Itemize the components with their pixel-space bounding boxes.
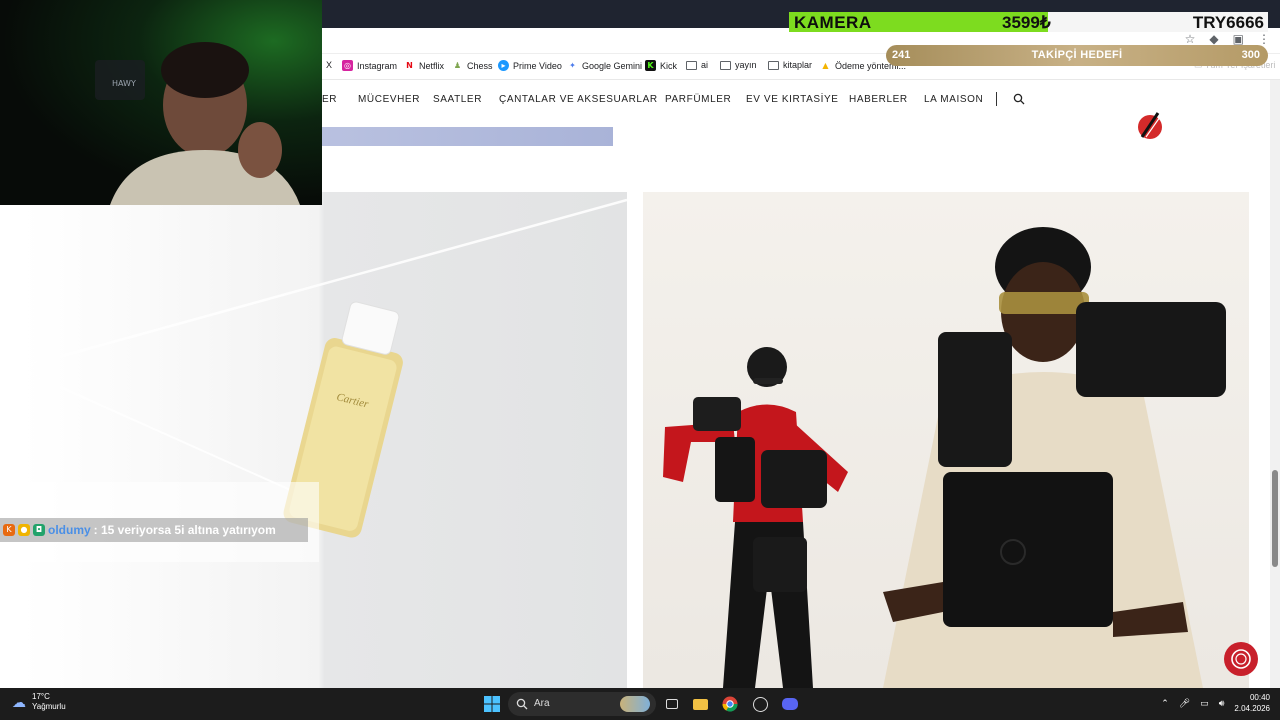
nav-divider	[996, 92, 997, 106]
follower-goal-title: TAKİPÇİ HEDEFİ	[1031, 49, 1123, 61]
svg-text:HAWY: HAWY	[112, 79, 136, 88]
discord-icon	[782, 698, 798, 710]
search-highlight-icon	[620, 696, 650, 712]
bookmark-x[interactable]: X	[326, 60, 332, 70]
gemini-icon: ✦	[567, 60, 578, 71]
weather-temp: 17°C	[32, 692, 50, 701]
folder-icon	[692, 698, 708, 710]
menu-dots-icon[interactable]: ⋮	[1258, 32, 1270, 46]
folder-icon	[686, 60, 697, 70]
page-scrollbar-track[interactable]	[1270, 80, 1280, 688]
bookmark-star-icon[interactable]: ☆	[1185, 32, 1196, 46]
screen: ☆ ◆ ▣ ⋮ X ◎ Instagram N Netflix ♟ Chess …	[0, 0, 1280, 720]
chrome-icon	[722, 696, 738, 712]
prime-video-icon: ▸	[498, 60, 509, 71]
kamera-title: KAMERA	[794, 13, 872, 32]
follower-goal-target: 300	[1241, 49, 1260, 61]
windows-logo-icon	[484, 696, 500, 712]
nav-item-ev-kirtasiye[interactable]: EV VE KIRTASİYE	[746, 94, 839, 105]
bags-campaign-image[interactable]	[643, 192, 1249, 688]
chat-overlay-message: K ● ◘ oldumy : 15 veriyorsa 5i altına ya…	[0, 518, 308, 542]
kamera-amount: 3599₺	[1002, 13, 1051, 32]
volume-icon[interactable]: 🔊︎	[1219, 698, 1225, 709]
promo-banner[interactable]	[322, 127, 613, 146]
microphone-icon[interactable]: 🎤︎	[1179, 698, 1190, 709]
windows-taskbar: ☁ 17°C Yağmurlu Ara ⌃ 🎤︎ ▭ 🔊︎ 00:40 2.04…	[0, 688, 1280, 720]
nav-item-cantalar[interactable]: ÇANTALAR VE AKSESUARLAR	[499, 94, 658, 105]
bookmark-chess[interactable]: ♟ Chess	[452, 60, 493, 71]
taskbar-clock[interactable]: 00:40 2.04.2026	[1234, 692, 1270, 714]
clock-date: 2.04.2026	[1234, 704, 1270, 713]
brand-logo-icon[interactable]	[1136, 111, 1164, 141]
bookmark-netflix[interactable]: N Netflix	[404, 60, 444, 71]
search-icon	[516, 698, 528, 710]
tray-chevron-icon[interactable]: ⌃	[1161, 698, 1169, 709]
weather-rain-icon: ☁	[12, 693, 26, 710]
netflix-icon: N	[404, 60, 415, 71]
page-scrollbar-thumb[interactable]	[1272, 470, 1278, 567]
extension-icon[interactable]: ◆	[1209, 32, 1218, 46]
bags-illustration	[663, 227, 1226, 688]
weather-condition: Yağmurlu	[32, 702, 66, 711]
bookmark-kick[interactable]: K Kick	[645, 60, 677, 71]
bookmark-prime-video[interactable]: ▸ Prime Video	[498, 60, 562, 71]
chrome-button[interactable]	[720, 694, 740, 714]
google-ads-icon: ▲	[820, 60, 831, 71]
instagram-icon: ◎	[342, 60, 353, 71]
search-icon[interactable]	[1013, 93, 1025, 105]
bot-badge-icon: ◘	[33, 524, 45, 536]
taskbar-search[interactable]: Ara	[508, 692, 656, 716]
folder-icon	[768, 60, 779, 70]
follower-goal-bar: 241 TAKİPÇİ HEDEFİ 300	[886, 45, 1268, 66]
folder-icon	[720, 60, 731, 70]
nav-item-la-maison[interactable]: LA MAISON	[924, 94, 983, 105]
perfume-illustration: Cartier	[22, 198, 627, 562]
bookmark-gemini[interactable]: ✦ Google Gemini	[567, 60, 642, 71]
bookmark-instagram[interactable]: ◎ Instagram	[342, 60, 397, 71]
system-tray: ⌃ 🎤︎ ▭ 🔊︎ 00:40 2.04.2026	[1161, 692, 1270, 714]
nav-item-partial[interactable]: ER	[322, 94, 337, 105]
kamera-donation-goal: KAMERA 3599₺ TRY6666	[789, 12, 1268, 32]
chat-button[interactable]	[1224, 642, 1258, 676]
nav-item-saatler[interactable]: SAATLER	[433, 94, 482, 105]
network-icon[interactable]: ▭	[1200, 698, 1209, 709]
discord-button[interactable]	[780, 694, 800, 714]
obs-icon	[752, 696, 768, 712]
perfume-product-image[interactable]: Cartier	[22, 192, 627, 688]
clock-time: 00:40	[1249, 693, 1270, 702]
extensions-puzzle-icon[interactable]: ▣	[1233, 32, 1244, 46]
obs-button[interactable]	[750, 694, 770, 714]
task-view-button[interactable]	[662, 694, 682, 714]
nav-item-mucevher[interactable]: MÜCEVHER	[358, 94, 420, 105]
bookmark-folder-yayin[interactable]: yayın	[720, 60, 757, 70]
weather-widget[interactable]: ☁ 17°C Yağmurlu	[12, 692, 66, 712]
bookmark-folder-kitaplar[interactable]: kitaplar	[768, 60, 812, 70]
task-view-icon	[666, 699, 678, 709]
sub-badge-icon: K	[3, 524, 15, 536]
nav-item-haberler[interactable]: HABERLER	[849, 94, 908, 105]
streamer-illustration: HAWY	[95, 42, 300, 205]
nav-item-parfumler[interactable]: PARFÜMLER	[665, 94, 731, 105]
coin-badge-icon: ●	[18, 524, 30, 536]
start-button[interactable]	[482, 694, 502, 714]
chat-username: oldumy	[48, 523, 91, 537]
chess-icon: ♟	[452, 60, 463, 71]
streamer-webcam: HAWY	[0, 0, 322, 205]
file-explorer-button[interactable]	[690, 694, 710, 714]
taskbar-search-label: Ara	[534, 698, 550, 709]
brand-chat-icon	[1231, 649, 1251, 669]
bookmark-folder-ai[interactable]: ai	[686, 60, 708, 70]
kick-icon: K	[645, 60, 656, 71]
chat-message-text: : 15 veriyorsa 5i altına yatırıyom	[93, 523, 276, 537]
kamera-target: TRY6666	[1192, 13, 1264, 32]
